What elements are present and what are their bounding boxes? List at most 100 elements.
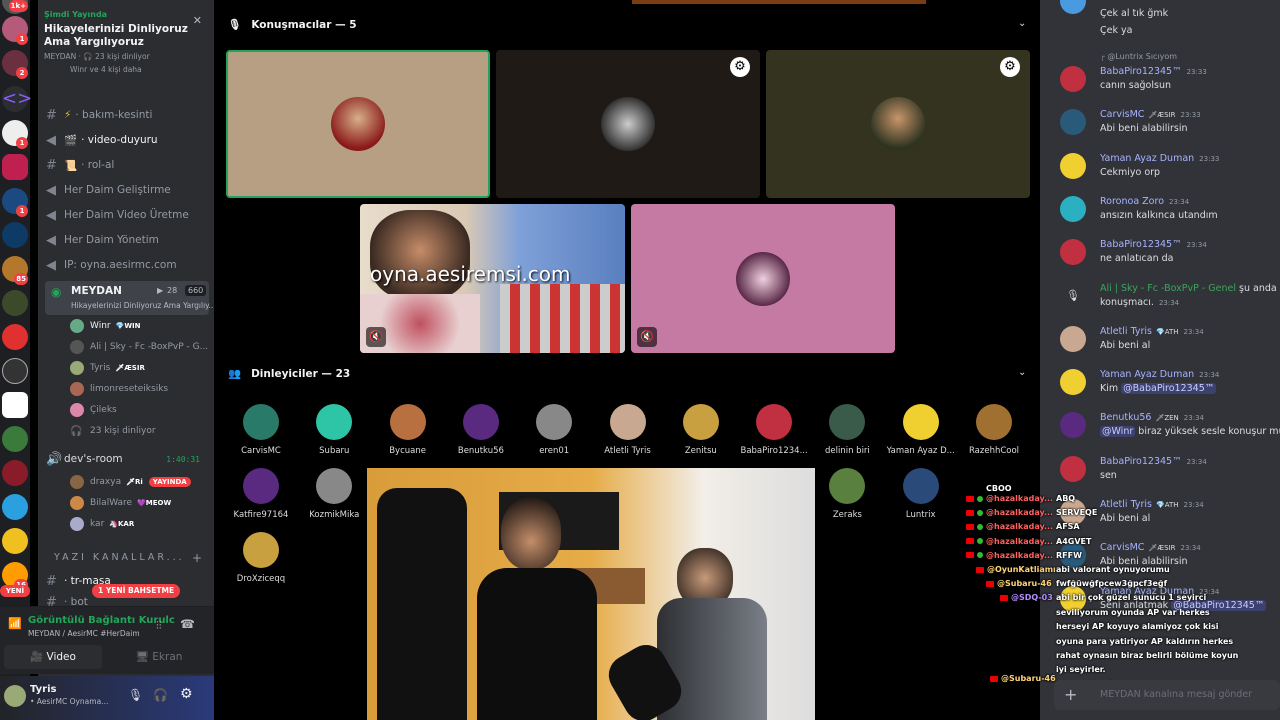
listener[interactable]: DroXziceqq (226, 532, 296, 584)
listener[interactable]: CarvisMC (226, 404, 296, 456)
gear-icon[interactable]: ⚙ (180, 686, 193, 702)
chat-message[interactable]: Roronoa Zoro 23:34 ansızın kalkınca utandı… (1060, 195, 1280, 236)
voice-user[interactable]: limonreseteiksiks⊘ (70, 379, 222, 399)
chat-message[interactable]: Yaman Ayaz Duman 23:34 Seni anlatmak @Baba… (1060, 585, 1280, 626)
server-icon[interactable]: <> (2, 86, 32, 112)
chat-message[interactable]: BabaPiro12345™ 23:34 ne anlatıcan da (1060, 239, 1280, 279)
server-icon[interactable] (2, 222, 28, 248)
listener[interactable]: Yaman Ayaz D... (886, 404, 956, 456)
stage-live-card[interactable]: Şimdi Yayında Hikayelerinizi Dinliyoruz … (44, 10, 208, 96)
chat-message[interactable]: 🎙 Ali | Sky - Fc -BoxPvP - Genel şu anda k… (1060, 283, 1280, 323)
server-icon[interactable]: 85 (2, 256, 28, 285)
server-icon[interactable] (2, 460, 28, 486)
server-icon[interactable] (2, 528, 28, 554)
channel-her-daim-video[interactable]: ◀ Her Daim Video Üretme (46, 204, 210, 226)
listener-count[interactable]: 🎧 23 kişi dinliyor (70, 421, 156, 441)
avatar[interactable] (1060, 66, 1086, 92)
chat-message[interactable]: CarvisMC 🗡ÆSIR 23:33 Abi beni alabilirsin (1060, 109, 1280, 149)
microphone-icon[interactable]: 🎙 (128, 688, 143, 702)
disconnect-icon[interactable]: ☎ (180, 617, 195, 631)
avatar[interactable] (1060, 109, 1086, 136)
chat-message[interactable]: Yaman Ayaz Duman 23:33 Cekmiyo orp (1060, 152, 1280, 193)
listener[interactable]: Bycuane (373, 404, 443, 456)
listener[interactable]: Luntrix (886, 468, 956, 520)
author-name[interactable]: Atletli Tyris (1100, 326, 1152, 337)
listener[interactable]: RazehhCool (959, 404, 1029, 456)
add-icon[interactable]: + (1064, 685, 1077, 704)
speaker-tile[interactable]: 🔇 (631, 204, 895, 353)
voice-channel-devroom[interactable]: 🔊 dev's-room 1:40:31 (46, 448, 210, 470)
settings-icon[interactable]: ⚙ (1000, 57, 1020, 77)
author-name[interactable]: BabaPiro12345™ (1100, 239, 1182, 250)
chat-message[interactable]: Benutku56 🗡ZEN 23:34 @Winr biraz yüksek ses… (1060, 412, 1280, 452)
channel-ip[interactable]: ◀ IP: oyna.aesirmc.com (46, 254, 210, 276)
voice-user[interactable]: Ali | Sky - Fc -BoxPvP - G... (70, 337, 208, 357)
author-name[interactable]: CarvisMC (1100, 542, 1144, 553)
avatar[interactable] (4, 685, 26, 707)
noise-icon[interactable]: ⫶⫶ (156, 619, 162, 633)
avatar[interactable] (1060, 195, 1086, 222)
listener[interactable]: Zeraks (812, 468, 882, 520)
listener[interactable]: KozmikMika (299, 468, 369, 520)
listener[interactable]: Katfire97164 (226, 468, 296, 520)
chat-message[interactable]: Yaman Ayaz Duman 23:34 Kim @BabaPiro12345™ (1060, 369, 1280, 409)
server-icon[interactable]: 1 (2, 16, 28, 45)
chevron-down-icon[interactable]: ⌄ (1018, 18, 1026, 29)
server-icon[interactable] (2, 154, 28, 180)
server-icon[interactable] (2, 324, 28, 350)
voice-user[interactable]: BilalWare 💜MEOW (70, 493, 171, 513)
voice-user[interactable]: Çileks⊘ (70, 400, 236, 420)
listener[interactable]: delinin biri (812, 404, 882, 456)
speaker-video-tile[interactable]: oyna.aesiremsi.com 🔇 (360, 204, 625, 353)
mention[interactable]: @BabaPiro12345™ (1121, 383, 1217, 395)
listener[interactable]: Subaru (299, 404, 369, 456)
channel-video-duyuru[interactable]: ◀ 🎬 · video-duyuru (46, 129, 210, 151)
chat-message[interactable]: CarvisMC 🗡ÆSIR 23:34 Abi beni alabilirsin (1060, 542, 1280, 582)
server-icon[interactable]: 2 (2, 50, 28, 79)
server-icon[interactable]: 1k+ (2, 0, 28, 14)
microphone-icon[interactable]: 🎙 (1060, 283, 1086, 309)
server-icon[interactable] (2, 358, 28, 384)
listener[interactable]: Benutku56 (446, 404, 516, 456)
author-name[interactable]: Yaman Ayaz Duman (1100, 153, 1194, 164)
listener[interactable]: Zenitsu (666, 404, 736, 456)
avatar[interactable] (1060, 152, 1086, 179)
channel-bakim-kesinti[interactable]: # ⚡ · bakım-kesinti (46, 104, 210, 126)
avatar[interactable] (1060, 455, 1086, 482)
listener[interactable]: Atletli Tyris (593, 404, 663, 456)
listener[interactable]: eren01 (519, 404, 589, 456)
mention[interactable]: @Winr (1100, 426, 1136, 438)
add-channel-icon[interactable]: + (192, 551, 202, 565)
voice-user[interactable]: Tyris 🗡ÆSIR (70, 358, 145, 378)
message-input[interactable]: + MEYDAN kanalına mesaj gönder (1054, 680, 1280, 710)
avatar[interactable] (1060, 412, 1086, 439)
chat-message[interactable]: BabaPiro12345™ 23:34 sen (1060, 455, 1280, 496)
voice-user[interactable]: Winr 💎WIN (70, 316, 141, 336)
author-name[interactable]: Atletli Tyris (1100, 499, 1152, 510)
author-name[interactable]: Yaman Ayaz Duman (1100, 369, 1194, 380)
chat-message[interactable]: Atletli Tyris 💎ATH 23:34 Abi beni al (1060, 499, 1280, 539)
server-icon[interactable] (2, 426, 28, 452)
voice-user[interactable]: draxya 🗡Ri YAYINDA (70, 472, 191, 492)
screen-share-button[interactable]: 🖥 Ekran (110, 645, 208, 669)
speaker-tile[interactable]: ⚙ (766, 50, 1030, 198)
chat-message[interactable]: Atletli Tyris 💎ATH 23:34 Abi beni al (1060, 325, 1280, 366)
avatar[interactable] (1060, 369, 1086, 396)
video-button[interactable]: 🎥 Video (4, 645, 102, 669)
server-icon[interactable]: 1 (2, 120, 28, 149)
chat-message[interactable]: BabaPiro12345™ 23:33 canın sağolsun (1060, 66, 1280, 106)
text-channels-category[interactable]: YAZI KANALLAR... (54, 552, 185, 563)
settings-icon[interactable]: ⚙ (730, 57, 750, 77)
channel-her-daim-gelistirme[interactable]: ◀ Her Daim Geliştirme (46, 179, 210, 201)
server-icon[interactable]: 1 (2, 188, 28, 217)
server-icon[interactable] (2, 290, 28, 316)
author-name[interactable]: BabaPiro12345™ (1100, 66, 1182, 77)
new-pill[interactable]: YENİ (0, 585, 30, 597)
voice-channel-meydan[interactable]: ◉ MEYDAN ▶ 28 660 Hikayelerinizi Dinliyo… (45, 281, 216, 315)
speaker-tile[interactable]: ⚙ (496, 50, 760, 198)
avatar[interactable] (1060, 325, 1086, 352)
author-name[interactable]: Benutku56 (1100, 412, 1151, 423)
author-name[interactable]: Ali | Sky - Fc -BoxPvP - Genel (1100, 283, 1236, 294)
avatar[interactable] (1060, 239, 1086, 266)
channel-rol-al[interactable]: # 📜 · rol-al (46, 154, 210, 176)
